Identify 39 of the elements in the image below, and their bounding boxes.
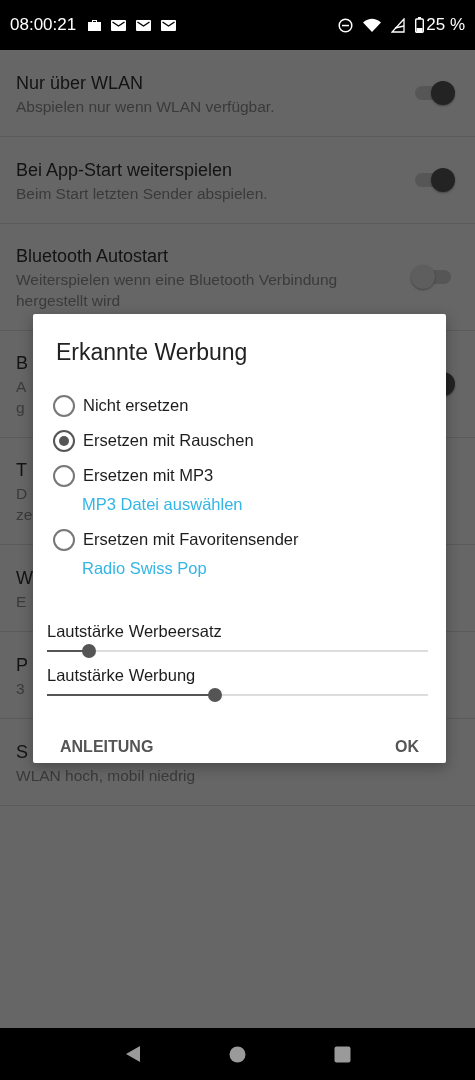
slider-label: Lautstärke Werbung	[47, 665, 197, 686]
wifi-icon	[363, 18, 382, 32]
option-label: Ersetzen mit Rauschen	[83, 431, 254, 450]
radio-button[interactable]	[53, 528, 75, 551]
radio-option[interactable]: Ersetzen mit MP3	[53, 458, 428, 493]
dialog-button[interactable]: OK	[386, 730, 428, 764]
setting-title: W	[16, 566, 33, 590]
battery-percentage: 25 %	[426, 15, 465, 35]
clock: 08:00:21	[10, 15, 77, 35]
option-label: Ersetzen mit MP3	[83, 466, 214, 485]
setting-title: S	[16, 740, 28, 764]
volume-slider[interactable]	[47, 644, 428, 658]
slider-label: Lautstärke Werbeersatz	[47, 621, 223, 642]
recent-apps-icon[interactable]	[334, 1045, 352, 1063]
radio-option[interactable]: Ersetzen mit Favoritensender	[53, 522, 428, 557]
radio-option[interactable]: Nicht ersetzen	[53, 388, 428, 423]
setting-title: Bei App-Start weiterspielen	[16, 158, 233, 182]
home-icon[interactable]	[229, 1045, 247, 1063]
dialog-title: Erkannte Werbung	[56, 338, 249, 366]
dialog-button[interactable]: ANLEITUNG	[51, 730, 163, 764]
briefcase-icon	[88, 19, 102, 31]
setting-title: Nur über WLAN	[16, 71, 144, 95]
radio-button[interactable]	[53, 394, 75, 417]
setting-title: P	[16, 653, 28, 677]
radio-option[interactable]: Ersetzen mit Rauschen	[53, 423, 428, 458]
battery-icon	[415, 17, 425, 33]
setting-title: B	[16, 352, 28, 375]
do-not-disturb-icon	[338, 17, 354, 33]
option-label: Nicht ersetzen	[83, 396, 189, 415]
option-label: Ersetzen mit Favoritensender	[83, 530, 299, 549]
setting-title: T	[16, 459, 27, 482]
volume-slider[interactable]	[47, 688, 428, 702]
radio-button[interactable]	[53, 429, 75, 452]
mail-icon	[161, 19, 177, 31]
mail-icon	[111, 19, 127, 31]
radio-button[interactable]	[53, 464, 75, 487]
setting-title: Bluetooth Autostart	[16, 245, 169, 268]
signal-icon	[391, 17, 406, 33]
mail-icon	[136, 19, 152, 31]
